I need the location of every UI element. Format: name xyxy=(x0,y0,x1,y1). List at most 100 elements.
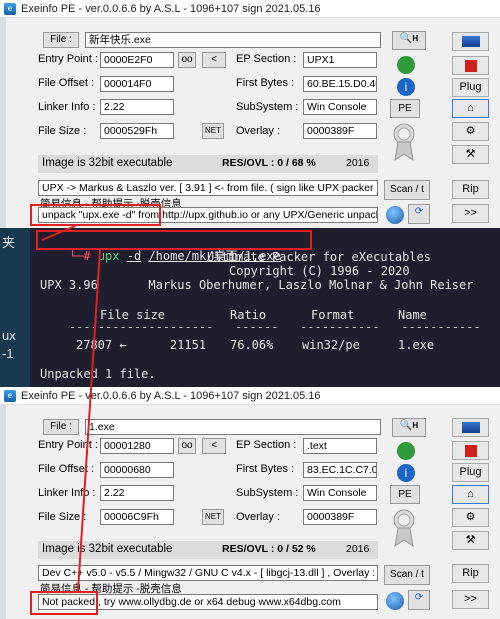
tools-button[interactable]: ⚒ xyxy=(452,145,489,164)
year-text-2: 2016 xyxy=(346,543,370,555)
rip-button[interactable]: Rip xyxy=(452,180,489,199)
pe-button-2[interactable]: PE xyxy=(390,485,420,504)
oo-button-2[interactable]: oo xyxy=(178,438,196,454)
linker-info-label-2: Linker Info : xyxy=(38,487,96,499)
file-offset-field[interactable]: 000014F0 xyxy=(100,76,174,92)
linker-info-label: Linker Info : xyxy=(38,101,96,113)
year-text: 2016 xyxy=(346,157,370,169)
overlay-field-2[interactable]: 0000389F xyxy=(303,509,377,525)
overlay-label: Overlay : xyxy=(236,125,281,137)
home-icon-2: ⌂ xyxy=(467,488,474,500)
home-icon: ⌂ xyxy=(467,102,474,114)
net-button[interactable]: NET xyxy=(202,123,224,139)
ep-section-field[interactable]: UPX1 xyxy=(303,52,377,68)
terminal: 夹 ux -1 └─# upx -d /home/mk/桌面/1.exe Ult… xyxy=(0,228,500,388)
detection-field-2[interactable]: Dev C++ v5.0 - v5.5 / Mingw32 / GNU C v4… xyxy=(38,565,378,581)
row-name: 1.exe xyxy=(398,338,435,352)
refresh-icon-2: ⟳ xyxy=(414,592,424,603)
globe-icon[interactable] xyxy=(386,206,404,224)
tools-icon: ⚒ xyxy=(465,148,476,160)
net-button-2[interactable]: NET xyxy=(202,509,224,525)
highlight-unpack xyxy=(30,204,161,226)
next-button[interactable]: >> xyxy=(452,204,489,223)
window-title: Exeinfo PE - ver.0.0.6.6 by A.S.L - 1096… xyxy=(21,2,321,15)
entry-point-label-2: Entry Point : xyxy=(38,439,98,451)
refresh-icon: ⟳ xyxy=(414,206,424,217)
pe-button[interactable]: PE xyxy=(390,99,420,118)
res-ovl-text-2: RES/OVL : 0 / 52 % xyxy=(222,543,316,555)
rip-button-2[interactable]: Rip xyxy=(452,564,489,583)
subsystem-field[interactable]: Win Console xyxy=(303,99,377,115)
file-offset-field-2[interactable]: 00000680 xyxy=(100,462,174,478)
search-h-button[interactable]: 🔍H xyxy=(392,31,426,50)
green-arrow-icon[interactable] xyxy=(397,56,415,74)
entry-point-field[interactable]: 0000E2F0 xyxy=(100,52,174,68)
ep-section-field-2[interactable]: .text xyxy=(303,438,377,454)
unpack-rest-2: , try www.ollydbg.de or x64 debug www.x6… xyxy=(95,596,341,608)
highlight-not-packed xyxy=(30,591,98,615)
next-button-2[interactable]: >> xyxy=(452,590,489,609)
red-square-button-2[interactable] xyxy=(452,441,489,460)
file-path-field[interactable]: 新年快乐.exe xyxy=(85,32,381,48)
scan-button-2[interactable]: Scan / t xyxy=(384,565,430,585)
overlay-field[interactable]: 0000389F xyxy=(303,123,377,139)
linker-info-field-2[interactable]: 2.22 xyxy=(100,485,174,501)
refresh-button[interactable]: ⟳ xyxy=(408,204,430,224)
desk-label-3: -1 xyxy=(2,346,14,361)
prompt: └─# xyxy=(68,249,91,263)
window-titlebar-2[interactable]: e Exeinfo PE - ver.0.0.6.6 by A.S.L - 10… xyxy=(0,387,500,405)
command-flag: -d xyxy=(126,249,142,263)
globe-icon-2[interactable] xyxy=(386,592,404,610)
subsystem-label-2: SubSystem : xyxy=(236,487,299,499)
file-button[interactable]: File : xyxy=(43,32,79,48)
desktop-strip: 夹 ux -1 xyxy=(0,228,30,388)
plug-button-2[interactable]: Plug xyxy=(452,463,489,482)
tools-button-2[interactable]: ⚒ xyxy=(452,531,489,550)
prev-button-2[interactable]: < xyxy=(202,438,226,454)
linker-info-field[interactable]: 2.22 xyxy=(100,99,174,115)
banner-line-2: Copyright (C) 1996 - 2020 xyxy=(229,264,410,278)
home-button[interactable]: ⌂ xyxy=(452,99,489,118)
search-h-button-2[interactable]: 🔍H xyxy=(392,418,426,437)
entry-point-label: Entry Point : xyxy=(38,53,98,65)
window-title-2: Exeinfo PE - ver.0.0.6.6 by A.S.L - 1096… xyxy=(21,389,321,402)
refresh-button-2[interactable]: ⟳ xyxy=(408,590,430,610)
row-size: 27807 ← 21151 xyxy=(76,338,207,352)
gradient-button-2[interactable] xyxy=(452,418,489,437)
first-bytes-field-2[interactable]: 83.EC.1C.C7.0 xyxy=(303,462,377,478)
detection-field[interactable]: UPX -> Markus & Laszlo ver. [ 3.91 ] <- … xyxy=(38,180,378,196)
tools-icon-2: ⚒ xyxy=(465,534,476,546)
award-medal-icon xyxy=(392,122,416,162)
file-button-2[interactable]: File : xyxy=(43,419,79,435)
settings-button[interactable]: ⚙ xyxy=(452,122,489,141)
file-size-field-2[interactable]: 00006C9Fh xyxy=(100,509,174,525)
file-path-field-2[interactable]: 1.exe xyxy=(85,419,381,435)
info-icon-2[interactable]: i xyxy=(397,464,415,482)
red-square-button[interactable] xyxy=(452,56,489,75)
oo-button[interactable]: oo xyxy=(178,52,196,68)
entry-point-field-2[interactable]: 00001280 xyxy=(100,438,174,454)
home-button-2[interactable]: ⌂ xyxy=(452,485,489,504)
banner-line-1: Ultimate Packer for eXecutables xyxy=(207,250,431,264)
banner-line-3: UPX 3.96 Markus Oberhumer, Laszlo Molnar… xyxy=(40,278,474,292)
plug-button[interactable]: Plug xyxy=(452,78,489,97)
window-icon xyxy=(461,36,480,47)
desk-label-2: ux xyxy=(2,328,16,343)
prev-button[interactable]: < xyxy=(202,52,226,68)
first-bytes-field[interactable]: 60.BE.15.D0.40 xyxy=(303,76,377,92)
subsystem-label: SubSystem : xyxy=(236,101,299,113)
green-arrow-icon-2[interactable] xyxy=(397,442,415,460)
ep-section-label-2: EP Section : xyxy=(236,439,297,451)
scan-button[interactable]: Scan / t xyxy=(384,180,430,200)
file-size-field[interactable]: 0000529Fh xyxy=(100,123,174,139)
result-line: Unpacked 1 file. xyxy=(40,367,156,381)
window-titlebar[interactable]: e Exeinfo PE - ver.0.0.6.6 by A.S.L - 10… xyxy=(0,0,500,18)
app-icon-2: e xyxy=(4,389,16,402)
subsystem-field-2[interactable]: Win Console xyxy=(303,485,377,501)
settings-button-2[interactable]: ⚙ xyxy=(452,508,489,527)
exeinfo-window-bottom: e Exeinfo PE - ver.0.0.6.6 by A.S.L - 10… xyxy=(0,387,500,619)
info-icon[interactable]: i xyxy=(397,78,415,96)
row-ratio: 76.06% xyxy=(230,338,274,352)
gradient-button[interactable] xyxy=(452,32,489,51)
highlight-command xyxy=(36,230,312,250)
